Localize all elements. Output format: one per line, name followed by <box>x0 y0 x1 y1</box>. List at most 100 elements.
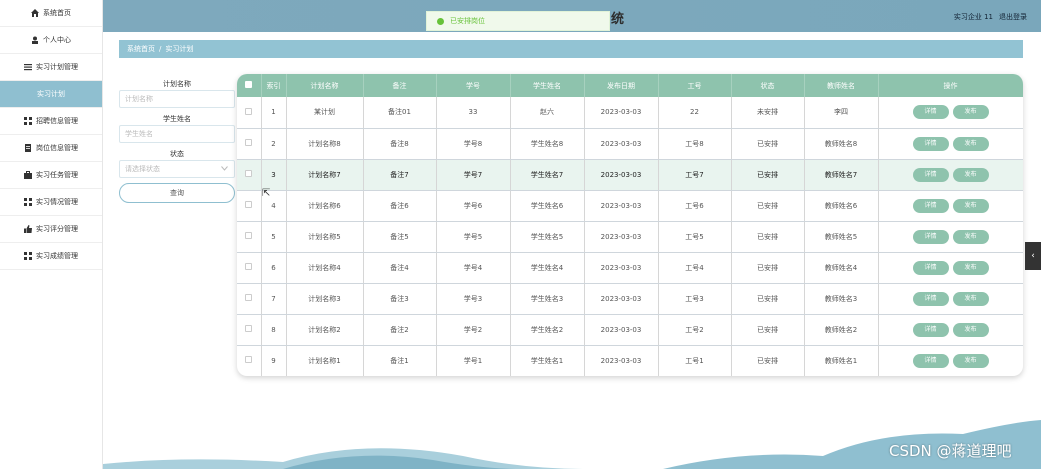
plan-name-input[interactable]: 计划名称 <box>119 90 235 108</box>
student-name-cell: 学生姓名7 <box>510 159 585 191</box>
student-no-cell: 学号1 <box>436 345 511 376</box>
column-header: 工号 <box>658 74 732 97</box>
teacher-name-cell: 李四 <box>804 97 879 129</box>
student-name-cell: 学生姓名5 <box>510 221 585 253</box>
row-select-cell[interactable] <box>237 221 262 253</box>
briefcase-icon <box>24 171 32 179</box>
teacher-name-cell: 教师姓名1 <box>804 345 879 376</box>
row-select-cell[interactable] <box>237 97 262 129</box>
status-cell: 未安排 <box>731 97 805 129</box>
student-name-cell: 学生姓名8 <box>510 128 585 160</box>
grid-icon <box>24 117 32 125</box>
publish-button[interactable]: 发布 <box>952 353 989 368</box>
document-icon <box>24 144 32 152</box>
row-checkbox[interactable] <box>245 294 253 301</box>
plan-name-label: 计划名称 <box>163 80 191 88</box>
breadcrumb-home[interactable]: 系统首页 <box>127 44 155 54</box>
column-header: 索引 <box>261 74 287 97</box>
sidebar-item-profile[interactable]: 个人中心 <box>0 27 102 54</box>
row-checkbox[interactable] <box>245 201 253 208</box>
row-checkbox[interactable] <box>245 170 253 177</box>
column-header: 发布日期 <box>584 74 659 97</box>
publish-button[interactable]: 发布 <box>952 198 989 213</box>
student-name-input[interactable]: 学生姓名 <box>119 125 235 143</box>
date-cell: 2023-03-03 <box>584 221 659 253</box>
status-cell: 已安排 <box>731 314 805 346</box>
row-select-cell[interactable] <box>237 159 262 191</box>
table-row: 9 计划名称1 备注1 学号1 学生姓名1 2023-03-03 工号1 已安排 教师姓名1 详情… <box>237 345 1023 376</box>
table-row: 1 某计划 备注01 33 赵六 2023-03-03 22 未安排 李四 详情 发布 <box>237 97 1023 129</box>
row-select-cell[interactable] <box>237 190 262 222</box>
mouse-cursor-icon: ⇱ <box>262 188 271 199</box>
detail-button[interactable]: 详情 <box>912 291 949 306</box>
detail-button[interactable]: 详情 <box>912 353 949 368</box>
publish-button[interactable]: 发布 <box>952 136 989 151</box>
detail-button[interactable]: 详情 <box>912 229 949 244</box>
status-label: 状态 <box>170 150 184 158</box>
sidebar-item-label: 岗位信息管理 <box>36 144 78 152</box>
sidebar-item-label: 个人中心 <box>43 36 71 44</box>
publish-button[interactable]: 发布 <box>952 291 989 306</box>
detail-button[interactable]: 详情 <box>912 322 949 337</box>
table-row: 3 计划名称7 备注7 学号7 学生姓名7 2023-03-03 工号7 已安排 教师姓名7 详情… <box>237 159 1023 191</box>
sidebar-item-grades[interactable]: 实习成绩管理 <box>0 243 102 270</box>
row-select-cell[interactable] <box>237 252 262 284</box>
row-checkbox[interactable] <box>245 139 253 146</box>
sidebar-item-plan-management[interactable]: 实习计划管理 <box>0 54 102 81</box>
publish-button[interactable]: 发布 <box>952 229 989 244</box>
publish-button[interactable]: 发布 <box>952 167 989 182</box>
detail-button[interactable]: 详情 <box>912 198 949 213</box>
sidebar-item-home[interactable]: 系统首页 <box>0 0 102 27</box>
plan-name-cell: 计划名称5 <box>286 221 364 253</box>
actions-cell: 详情 发布 <box>878 128 1023 160</box>
job-no-cell: 工号2 <box>658 314 732 346</box>
table-header: 索引 计划名称 备注 学号 学生姓名 发布日期 工号 状态 教师姓名 操作 <box>237 74 1023 97</box>
app-window: 系统首页 个人中心 实习计划管理 实习计划 招聘信息管理 岗位信息管理 实习任务… <box>0 0 1041 469</box>
row-select-cell[interactable] <box>237 314 262 346</box>
row-select-cell[interactable] <box>237 283 262 315</box>
status-cell: 已安排 <box>731 128 805 160</box>
date-cell: 2023-03-03 <box>584 283 659 315</box>
status-cell: 已安排 <box>731 283 805 315</box>
success-toast: 已安排岗位 <box>426 11 610 31</box>
select-all-checkbox[interactable] <box>245 81 253 88</box>
publish-button[interactable]: 发布 <box>952 105 989 120</box>
status-cell: 已安排 <box>731 345 805 376</box>
logout-link[interactable]: 退出登录 <box>999 12 1027 22</box>
row-checkbox[interactable] <box>245 232 253 239</box>
row-checkbox[interactable] <box>245 356 253 363</box>
detail-button[interactable]: 详情 <box>912 260 949 275</box>
table-row: 2 计划名称8 备注8 学号8 学生姓名8 2023-03-03 工号8 已安排 教师姓名8 详情… <box>237 128 1023 160</box>
watermark: CSDN @蒋道理吧 <box>889 442 1012 460</box>
collapse-tab[interactable]: ‹ <box>1025 242 1041 270</box>
sidebar-item-position[interactable]: 岗位信息管理 <box>0 135 102 162</box>
query-button[interactable]: 查询 <box>119 183 235 203</box>
column-header: 状态 <box>731 74 805 97</box>
sidebar-item-task[interactable]: 实习任务管理 <box>0 162 102 189</box>
status-select[interactable]: 请选择状态 <box>119 160 235 178</box>
index-cell: 9 <box>261 345 287 376</box>
sidebar-item-recruitment[interactable]: 招聘信息管理 <box>0 108 102 135</box>
select-all-cell[interactable] <box>237 74 262 97</box>
row-checkbox[interactable] <box>245 107 253 115</box>
detail-button[interactable]: 详情 <box>912 105 949 120</box>
thumbs-up-icon <box>24 225 32 233</box>
sidebar-item-situation[interactable]: 实习情况管理 <box>0 189 102 216</box>
row-select-cell[interactable] <box>237 345 262 376</box>
student-no-cell: 学号3 <box>436 283 511 315</box>
sidebar-item-scoring[interactable]: 实习评分管理 <box>0 216 102 243</box>
publish-button[interactable]: 发布 <box>952 260 989 275</box>
row-checkbox[interactable] <box>245 325 253 332</box>
publish-button[interactable]: 发布 <box>952 322 989 337</box>
index-cell: 7 <box>261 283 287 315</box>
status-select-placeholder: 请选择状态 <box>125 165 160 173</box>
row-checkbox[interactable] <box>245 263 253 270</box>
sidebar-item-plan[interactable]: 实习计划 <box>0 81 102 108</box>
actions-cell: 详情 发布 <box>878 190 1023 222</box>
detail-button[interactable]: 详情 <box>912 167 949 182</box>
index-cell: 2 <box>261 128 287 160</box>
status-cell: 已安排 <box>731 221 805 253</box>
detail-button[interactable]: 详情 <box>912 136 949 151</box>
row-select-cell[interactable] <box>237 128 262 160</box>
table-row: 8 计划名称2 备注2 学号2 学生姓名2 2023-03-03 工号2 已安排 教师姓名2 详情… <box>237 314 1023 346</box>
